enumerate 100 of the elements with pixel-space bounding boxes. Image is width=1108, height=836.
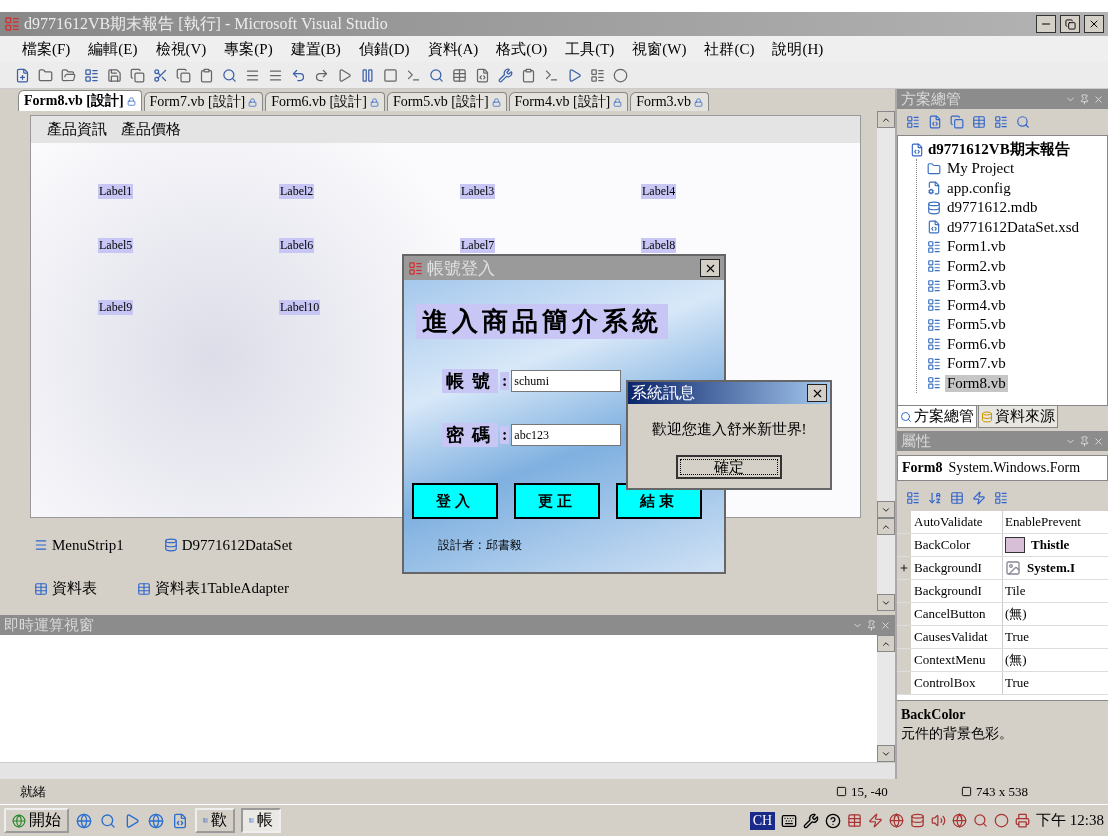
arrow-button[interactable] xyxy=(566,66,583,84)
input-method-indicator[interactable]: CH xyxy=(749,811,776,830)
document-tab[interactable]: Form8.vb [設計] xyxy=(18,90,142,111)
property-tool-button[interactable] xyxy=(949,490,965,506)
pause-button[interactable] xyxy=(359,66,376,84)
menu-item[interactable]: 社群(C) xyxy=(698,37,761,61)
menu-item[interactable]: 資料(A) xyxy=(421,37,485,61)
quick-launch-button[interactable] xyxy=(147,811,165,830)
panel-tab[interactable]: 資料來源 xyxy=(978,406,1058,428)
find-button[interactable] xyxy=(221,66,238,84)
tree-item[interactable]: Form4.vb xyxy=(945,296,1008,314)
expand-icon[interactable] xyxy=(899,563,909,573)
horizontal-scrollbar[interactable] xyxy=(0,762,895,779)
close-icon[interactable] xyxy=(1093,93,1104,105)
menu-item[interactable]: 專案(P) xyxy=(218,37,279,61)
menu-item[interactable]: 視窗(W) xyxy=(626,37,693,61)
paste-button[interactable] xyxy=(198,66,215,84)
document-tab[interactable]: Form6.vb [設計] xyxy=(265,92,385,111)
scroll-down-button[interactable] xyxy=(877,594,895,611)
tree-item[interactable]: Form8.vb xyxy=(945,374,1008,392)
property-value[interactable]: Thistle xyxy=(1003,534,1108,556)
tray-icon[interactable] xyxy=(994,813,1010,828)
stop-button[interactable] xyxy=(382,66,399,84)
tray-icon[interactable] xyxy=(952,813,968,828)
property-tool-button[interactable] xyxy=(927,490,943,506)
scroll-up-button[interactable] xyxy=(877,518,895,535)
tray-icon[interactable] xyxy=(1015,813,1031,828)
vertical-scrollbar[interactable] xyxy=(877,635,895,762)
clipboard-button[interactable] xyxy=(520,66,537,84)
input-field[interactable]: schumi xyxy=(511,370,622,392)
dialog-button[interactable]: 更正 xyxy=(514,483,600,519)
tree-item[interactable]: d9771612DataSet.xsd xyxy=(945,218,1082,236)
menu-item[interactable]: 建置(B) xyxy=(284,37,347,61)
property-tool-button[interactable] xyxy=(905,490,921,506)
tree-item[interactable]: app.config xyxy=(945,179,1013,197)
tray-icon[interactable] xyxy=(889,813,905,828)
property-value[interactable]: (無) xyxy=(1003,603,1108,625)
menu-item[interactable]: 檔案(F) xyxy=(16,37,77,61)
scroll-down-button[interactable] xyxy=(877,745,895,762)
menu-item[interactable]: 偵錯(D) xyxy=(352,37,416,61)
close-button[interactable] xyxy=(700,259,720,277)
save-button[interactable] xyxy=(106,66,123,84)
search-button[interactable] xyxy=(428,66,445,84)
form-menu-item[interactable]: 產品價格 xyxy=(117,118,185,141)
tree-item[interactable]: Form6.vb xyxy=(945,335,1008,353)
start-button[interactable]: 開始 xyxy=(4,808,69,833)
quick-launch-button[interactable] xyxy=(99,811,117,830)
panel-tool-button[interactable] xyxy=(927,114,943,130)
tray-icon[interactable] xyxy=(973,813,989,828)
scroll-up-button[interactable] xyxy=(877,111,895,128)
code-file-button[interactable] xyxy=(474,66,491,84)
taskbar-task[interactable]: 帳 xyxy=(241,808,281,833)
menu-item[interactable]: 說明(H) xyxy=(766,37,830,61)
property-tool-button[interactable] xyxy=(971,490,987,506)
panel-tool-button[interactable] xyxy=(993,114,1009,130)
tree-item[interactable]: My Project xyxy=(945,160,1017,178)
vertical-scrollbar[interactable] xyxy=(877,518,895,611)
menu-item[interactable]: 檢視(V) xyxy=(149,37,213,61)
document-tab[interactable]: Form5.vb [設計] xyxy=(386,92,507,111)
list-button[interactable] xyxy=(83,66,100,84)
menu-item[interactable]: 工具(T) xyxy=(559,37,621,61)
window-button[interactable] xyxy=(589,66,606,84)
cut-button[interactable] xyxy=(152,66,169,84)
property-value[interactable]: EnablePrevent xyxy=(1003,511,1108,533)
help-icon[interactable] xyxy=(825,812,842,829)
tree-item[interactable]: Form5.vb xyxy=(945,316,1008,334)
tray-icon[interactable] xyxy=(868,813,884,828)
property-value[interactable]: Tile xyxy=(1003,580,1108,602)
menu-item[interactable]: 格式(O) xyxy=(490,37,554,61)
property-value[interactable]: True xyxy=(1003,672,1108,694)
panel-tool-button[interactable] xyxy=(971,114,987,130)
wrench-icon[interactable] xyxy=(803,812,820,829)
keyboard-icon[interactable] xyxy=(781,812,798,829)
panel-tab[interactable]: 方案總管 xyxy=(897,406,977,428)
copy-button[interactable] xyxy=(175,66,192,84)
quick-launch-button[interactable] xyxy=(171,811,189,830)
vertical-scrollbar[interactable] xyxy=(877,111,895,518)
save-all-button[interactable] xyxy=(129,66,146,84)
panel-tool-button[interactable] xyxy=(1015,114,1031,130)
restore-button[interactable] xyxy=(1060,15,1080,33)
ok-button[interactable]: 確定 xyxy=(676,455,782,479)
property-value[interactable]: True xyxy=(1003,626,1108,648)
tools-button[interactable] xyxy=(497,66,514,84)
input-field[interactable]: abc123 xyxy=(511,424,622,446)
play-button[interactable] xyxy=(336,66,353,84)
close-icon[interactable] xyxy=(880,619,891,631)
minimize-button[interactable] xyxy=(1036,15,1056,33)
tree-item[interactable]: Form2.vb xyxy=(945,257,1008,275)
tray-icon[interactable] xyxy=(910,813,926,828)
open-folder-button[interactable] xyxy=(60,66,77,84)
tree-item[interactable]: d9771612.mdb xyxy=(945,199,1040,217)
taskbar-task[interactable]: 歡 xyxy=(195,808,235,833)
tree-item[interactable]: Form3.vb xyxy=(945,277,1008,295)
document-tab[interactable]: Form4.vb [設計] xyxy=(508,92,629,111)
property-tool-button[interactable] xyxy=(993,490,1009,506)
close-icon[interactable] xyxy=(1093,435,1104,447)
menu-item[interactable]: 編輯(E) xyxy=(82,37,144,61)
scroll-up-button[interactable] xyxy=(877,635,895,652)
document-tab[interactable]: Form3.vb xyxy=(630,92,710,111)
property-value[interactable]: (無) xyxy=(1003,649,1108,671)
